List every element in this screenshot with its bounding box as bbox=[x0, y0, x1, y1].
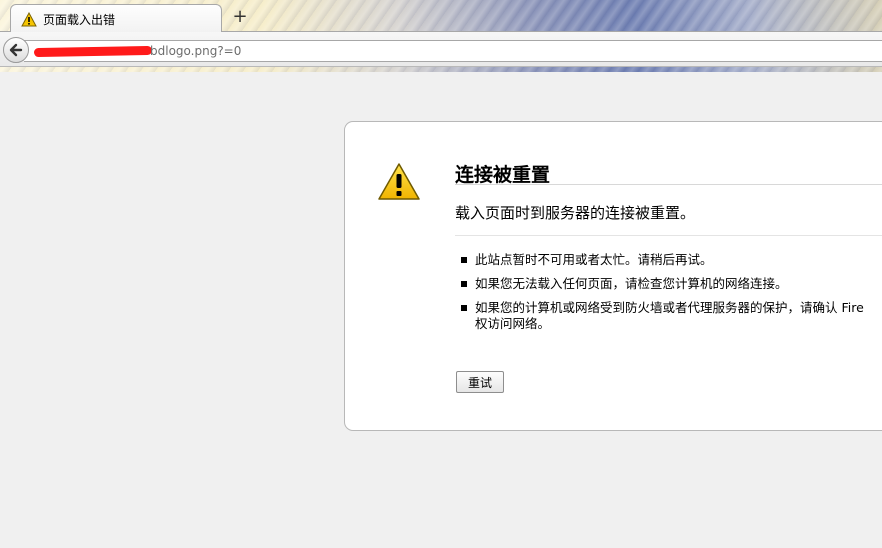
retry-button[interactable]: 重试 bbox=[456, 371, 504, 393]
error-card: 连接被重置 载入页面时到服务器的连接被重置。 此站点暂时不可用或者太忙。请稍后再… bbox=[344, 121, 882, 431]
url-redaction bbox=[33, 45, 153, 58]
bullet bbox=[461, 305, 467, 311]
list-item-text: 如果您无法载入任何页面，请检查您计算机的网络连接。 bbox=[475, 276, 788, 291]
back-button[interactable] bbox=[3, 37, 29, 63]
bullet bbox=[461, 257, 467, 263]
address-bar[interactable]: bdlogo.png?=0 bbox=[24, 40, 882, 62]
list-item: 如果您无法载入任何页面，请检查您计算机的网络连接。 bbox=[461, 276, 864, 292]
list-item: 此站点暂时不可用或者太忙。请稍后再试。 bbox=[461, 252, 864, 268]
list-item-text: 如果您的计算机或网络受到防火墙或者代理服务器的保护，请确认 Fire bbox=[475, 300, 864, 315]
bullet bbox=[461, 281, 467, 287]
list-item-text-continued: 权访问网络。 bbox=[475, 316, 551, 331]
error-suggestions-list: 此站点暂时不可用或者太忙。请稍后再试。 如果您无法载入任何页面，请检查您计算机的… bbox=[461, 252, 864, 340]
back-arrow-icon bbox=[9, 43, 23, 57]
title-divider bbox=[455, 184, 882, 185]
browser-chrome: 页面载入出错 + bdlogo.png?=0 bbox=[0, 0, 882, 72]
url-text: bdlogo.png?=0 bbox=[150, 44, 242, 58]
error-title: 连接被重置 bbox=[455, 164, 551, 186]
warning-icon bbox=[378, 163, 420, 200]
new-tab-button[interactable]: + bbox=[228, 6, 252, 28]
list-item-text: 此站点暂时不可用或者太忙。请稍后再试。 bbox=[475, 252, 713, 267]
description-divider bbox=[455, 235, 882, 236]
navigation-bar: bdlogo.png?=0 bbox=[0, 31, 882, 67]
list-item: 如果您的计算机或网络受到防火墙或者代理服务器的保护，请确认 Fire 权访问网络… bbox=[461, 300, 864, 332]
warning-icon bbox=[21, 12, 37, 27]
tab-title: 页面载入出错 bbox=[43, 13, 116, 27]
error-short-description: 载入页面时到服务器的连接被重置。 bbox=[455, 204, 696, 222]
tab-error-page[interactable]: 页面载入出错 bbox=[10, 4, 222, 32]
